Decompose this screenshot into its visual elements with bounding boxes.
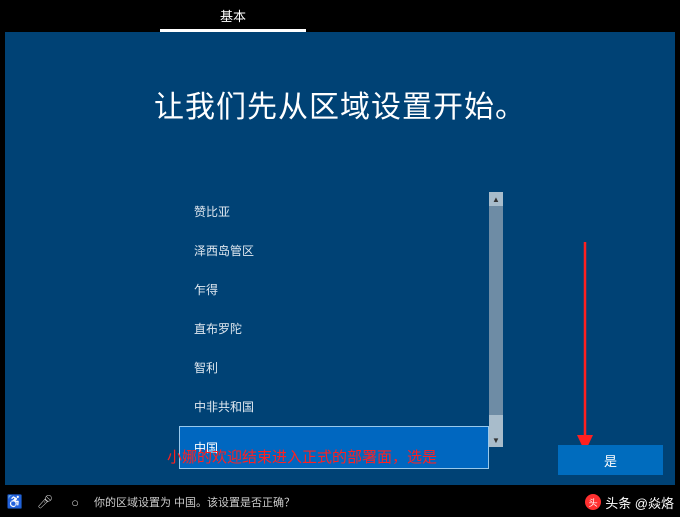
oobe-screen: 让我们先从区域设置开始。 赞比亚 泽西岛管区 乍得 直布罗陀 智利 中非共和国 …	[5, 32, 675, 485]
tab-bar: 基本	[0, 0, 680, 32]
list-item[interactable]: 直布罗陀	[179, 309, 489, 348]
watermark-text: 头条 @焱烙	[605, 493, 674, 512]
list-item[interactable]: 泽西岛管区	[179, 231, 489, 270]
page-title: 让我们先从区域设置开始。	[5, 82, 675, 126]
list-item[interactable]: 智利	[179, 348, 489, 387]
annotation-arrow-icon	[570, 237, 600, 457]
list-item[interactable]: 中非共和国	[179, 387, 489, 426]
scrollbar[interactable]: ▲ ▼	[489, 192, 503, 447]
confirm-button[interactable]: 是	[558, 445, 663, 475]
list-item[interactable]: 乍得	[179, 270, 489, 309]
region-list[interactable]: 赞比亚 泽西岛管区 乍得 直布罗陀 智利 中非共和国 中国	[179, 192, 489, 447]
tab-basic[interactable]: 基本	[160, 0, 306, 32]
region-list-container: 赞比亚 泽西岛管区 乍得 直布罗陀 智利 中非共和国 中国 ▲ ▼	[179, 192, 503, 447]
accessibility-icon[interactable]: ♿	[0, 494, 30, 510]
list-item[interactable]: 赞比亚	[179, 192, 489, 231]
cortana-icon[interactable]: ○	[60, 495, 90, 510]
scroll-thumb[interactable]	[489, 415, 503, 433]
scroll-up-icon[interactable]: ▲	[489, 192, 503, 206]
microphone-icon[interactable]: 🎤︎	[30, 494, 60, 510]
bottom-bar: ♿ 🎤︎ ○ 你的区域设置为 中国。该设置是否正确？ 头 头条 @焱烙	[0, 487, 680, 517]
watermark-logo-icon: 头	[585, 494, 601, 510]
watermark: 头 头条 @焱烙	[585, 493, 674, 512]
annotation-text: 小娜的欢迎结束进入正式的部署面，选是	[167, 446, 437, 467]
cortana-text: 你的区域设置为 中国。该设置是否正确？	[94, 494, 295, 510]
scroll-down-icon[interactable]: ▼	[489, 433, 503, 447]
